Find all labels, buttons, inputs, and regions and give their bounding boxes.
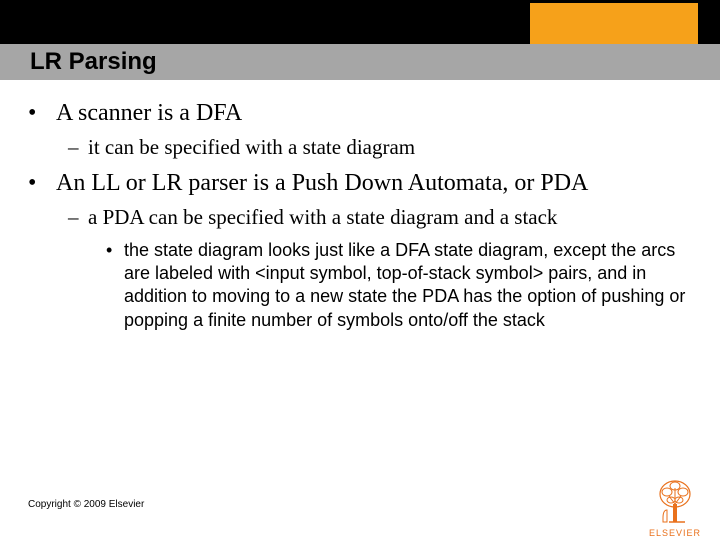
bullet-dot-icon: • — [28, 168, 56, 198]
bullet-level3: • the state diagram looks just like a DF… — [106, 239, 692, 333]
header-orange-box — [530, 3, 698, 44]
bullet-dash-icon: – — [68, 204, 88, 230]
bullet-dash-icon: – — [68, 134, 88, 160]
elsevier-tree-icon — [649, 478, 701, 526]
bullet-text: A scanner is a DFA — [56, 98, 242, 128]
bullet-dot-icon: • — [28, 98, 56, 128]
copyright-text: Copyright © 2009 Elsevier — [28, 499, 144, 510]
bullet-text: it can be specified with a state diagram — [88, 134, 415, 160]
bullet-level2: – a PDA can be specified with a state di… — [68, 204, 692, 230]
elsevier-logo: ELSEVIER — [640, 478, 710, 538]
slide-title: LR Parsing — [30, 48, 157, 76]
bullet-level2: – it can be specified with a state diagr… — [68, 134, 692, 160]
title-bar: LR Parsing — [0, 44, 720, 80]
content-area: • A scanner is a DFA – it can be specifi… — [28, 98, 692, 340]
bullet-level1: • An LL or LR parser is a Push Down Auto… — [28, 168, 692, 198]
bullet-dot-icon: • — [106, 239, 124, 333]
bullet-text: the state diagram looks just like a DFA … — [124, 239, 692, 333]
bullet-text: An LL or LR parser is a Push Down Automa… — [56, 168, 588, 198]
elsevier-logo-text: ELSEVIER — [640, 528, 710, 538]
bullet-level1: • A scanner is a DFA — [28, 98, 692, 128]
bullet-text: a PDA can be specified with a state diag… — [88, 204, 557, 230]
